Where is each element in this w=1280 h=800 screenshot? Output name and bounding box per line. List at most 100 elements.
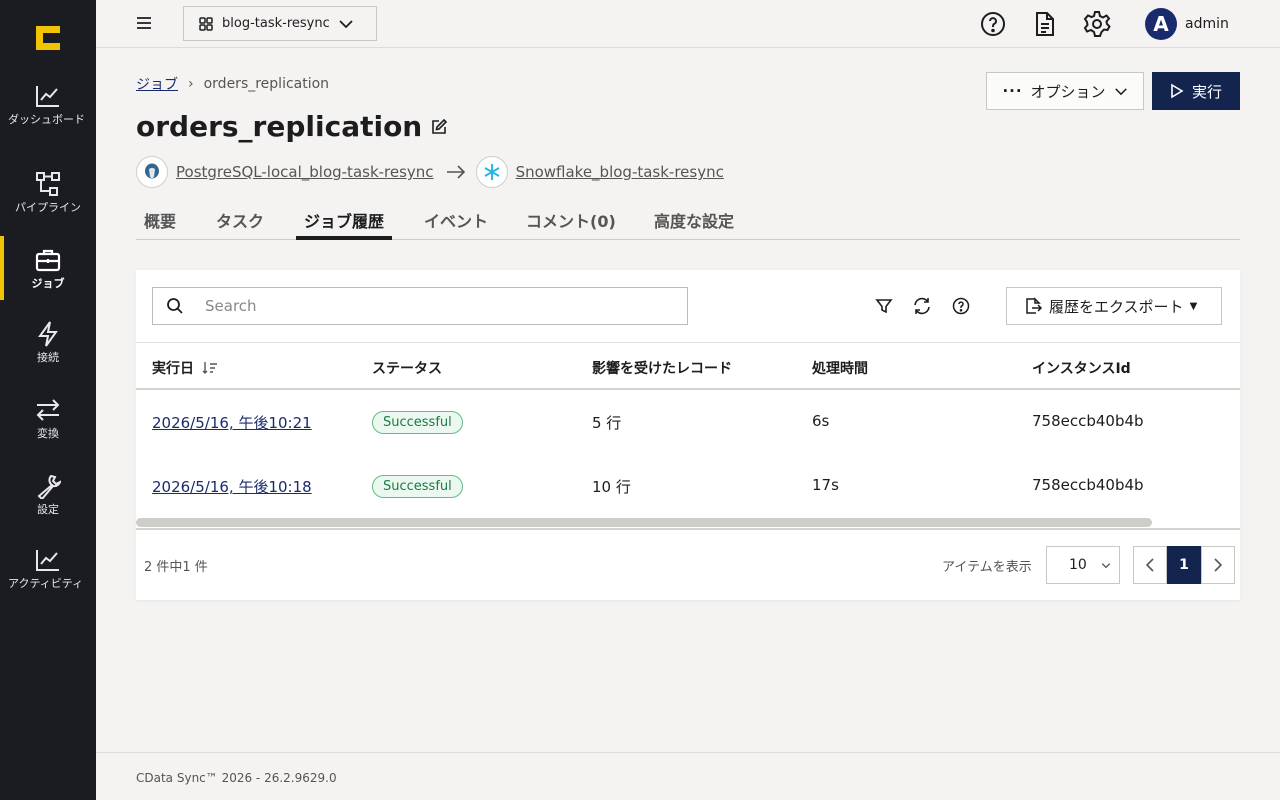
breadcrumb: ジョブ › orders_replication bbox=[136, 74, 329, 94]
sort-descending-icon[interactable] bbox=[202, 361, 218, 375]
tab-overview[interactable]: 概要 bbox=[144, 208, 176, 232]
options-label: オプション bbox=[1030, 82, 1106, 101]
lightning-icon bbox=[0, 318, 96, 350]
table-divider bbox=[136, 528, 1240, 530]
caret-down-icon: ▼ bbox=[1189, 300, 1198, 312]
sidebar-item-dashboard[interactable]: ダッシュボード bbox=[0, 80, 96, 144]
top-bar: blog-task-resync A admin bbox=[96, 0, 1280, 48]
instance-cell: 758eccb40b4b bbox=[1032, 412, 1144, 430]
connection-row: PostgreSQL-local_blog-task-resync Snowfl… bbox=[136, 156, 724, 188]
postgresql-icon bbox=[136, 156, 168, 188]
job-history-card: 履歴をエクスポート ▼ 実行日 ステータス 影響を受けたレコード 処理時間 イン… bbox=[136, 270, 1240, 600]
edit-icon[interactable] bbox=[430, 118, 448, 136]
tab-events[interactable]: イベント bbox=[424, 208, 488, 232]
arrows-swap-icon bbox=[0, 394, 96, 426]
sidebar-item-label: ジョブ bbox=[31, 277, 65, 290]
column-header-records[interactable]: 影響を受けたレコード bbox=[592, 358, 732, 378]
column-header-instance[interactable]: インスタンスId bbox=[1032, 358, 1131, 378]
table-header: 実行日 ステータス 影響を受けたレコード 処理時間 インスタンスId bbox=[136, 342, 1240, 390]
page-title-wrap: orders_replication bbox=[136, 110, 448, 143]
column-header-duration[interactable]: 処理時間 bbox=[812, 358, 868, 378]
destination-connection-link[interactable]: Snowflake_blog-task-resync bbox=[516, 163, 724, 181]
records-cell: 10 行 bbox=[592, 478, 631, 496]
active-tab-underline bbox=[296, 236, 392, 240]
run-button[interactable]: 実行 bbox=[1152, 72, 1240, 110]
grid-icon bbox=[199, 16, 213, 31]
footer: CData Sync™ 2026 - 26.2.9629.0 bbox=[96, 752, 1280, 800]
sidebar-item-connections[interactable]: 接続 bbox=[0, 318, 96, 382]
hamburger-menu-icon[interactable] bbox=[134, 13, 154, 33]
sidebar-item-transform[interactable]: 変換 bbox=[0, 394, 96, 458]
table-row[interactable]: 2026/5/16, 午後10:21 Successful 5 行 6s 758… bbox=[136, 390, 1240, 454]
filter-icon[interactable] bbox=[874, 296, 894, 316]
sidebar-item-label: ダッシュボード bbox=[8, 113, 85, 126]
tab-job-history[interactable]: ジョブ履歴 bbox=[304, 208, 384, 232]
play-icon bbox=[1171, 83, 1184, 99]
instance-cell: 758eccb40b4b bbox=[1032, 476, 1144, 494]
records-cell: 5 行 bbox=[592, 414, 622, 432]
version-text: CData Sync™ 2026 - 26.2.9629.0 bbox=[136, 771, 337, 785]
column-label: ステータス bbox=[372, 361, 442, 377]
workspace-name: blog-task-resync bbox=[222, 16, 330, 31]
per-page-value: 10 bbox=[1069, 557, 1087, 573]
export-icon bbox=[1026, 297, 1043, 314]
table-row[interactable]: 2026/5/16, 午後10:18 Successful 10 行 17s 7… bbox=[136, 454, 1240, 518]
breadcrumb-current: orders_replication bbox=[203, 76, 330, 92]
more-horizontal-icon: ··· bbox=[1002, 82, 1023, 100]
workspace-select[interactable]: blog-task-resync bbox=[183, 6, 377, 41]
options-button[interactable]: ··· オプション bbox=[986, 72, 1144, 110]
search-box bbox=[152, 287, 688, 325]
document-icon[interactable] bbox=[1030, 9, 1060, 39]
page-button-current[interactable]: 1 bbox=[1167, 546, 1201, 584]
column-label: 影響を受けたレコード bbox=[592, 361, 732, 377]
column-header-date[interactable]: 実行日 bbox=[152, 358, 218, 378]
tab-advanced[interactable]: 高度な設定 bbox=[654, 208, 734, 232]
activity-icon bbox=[0, 544, 96, 576]
help-circle-icon[interactable] bbox=[951, 296, 971, 316]
cdata-logo[interactable] bbox=[34, 24, 62, 52]
sidebar-item-activity[interactable]: アクティビティ bbox=[0, 544, 96, 608]
gear-icon[interactable] bbox=[1082, 9, 1112, 39]
sidebar-item-settings[interactable]: 設定 bbox=[0, 470, 96, 534]
duration-cell: 6s bbox=[812, 412, 830, 430]
sidebar-item-pipeline[interactable]: パイプライン bbox=[0, 168, 96, 232]
sidebar-item-jobs[interactable]: ジョブ bbox=[0, 236, 96, 300]
column-label: 実行日 bbox=[152, 361, 194, 377]
per-page-label: アイテムを表示 bbox=[942, 560, 1032, 575]
briefcase-icon bbox=[0, 244, 96, 276]
breadcrumb-link-jobs[interactable]: ジョブ bbox=[136, 74, 178, 94]
run-label: 実行 bbox=[1191, 82, 1222, 101]
arrow-right-icon bbox=[446, 165, 465, 179]
status-badge: Successful bbox=[372, 411, 463, 434]
status-badge: Successful bbox=[372, 475, 463, 498]
chart-line-icon bbox=[0, 80, 96, 112]
sidebar-item-label: 変換 bbox=[37, 427, 59, 440]
duration-cell: 17s bbox=[812, 476, 839, 494]
username[interactable]: admin bbox=[1185, 16, 1229, 32]
next-page-button[interactable] bbox=[1201, 546, 1235, 584]
horizontal-scrollbar[interactable] bbox=[136, 518, 1152, 527]
help-icon[interactable] bbox=[978, 9, 1008, 39]
run-date-link[interactable]: 2026/5/16, 午後10:18 bbox=[152, 478, 312, 496]
avatar[interactable]: A bbox=[1145, 8, 1177, 40]
pagination: 1 bbox=[1133, 546, 1235, 584]
column-header-status[interactable]: ステータス bbox=[372, 358, 442, 378]
tab-bar: 概要 タスク ジョブ履歴 イベント コメント(0) 高度な設定 bbox=[136, 200, 1240, 240]
tab-comments[interactable]: コメント(0) bbox=[526, 208, 616, 232]
refresh-icon[interactable] bbox=[912, 296, 932, 316]
wrench-icon bbox=[0, 470, 96, 502]
search-input[interactable] bbox=[205, 297, 665, 315]
chevron-down-icon bbox=[339, 19, 353, 28]
run-date-link[interactable]: 2026/5/16, 午後10:21 bbox=[152, 414, 312, 432]
column-label: 処理時間 bbox=[812, 361, 868, 377]
chevron-left-icon bbox=[1146, 558, 1154, 572]
source-connection-link[interactable]: PostgreSQL-local_blog-task-resync bbox=[176, 163, 434, 181]
sidebar-item-label: 設定 bbox=[37, 503, 59, 516]
per-page-select[interactable]: 10 bbox=[1046, 546, 1120, 584]
prev-page-button[interactable] bbox=[1133, 546, 1167, 584]
chevron-right-icon bbox=[1214, 558, 1222, 572]
export-history-button[interactable]: 履歴をエクスポート ▼ bbox=[1006, 287, 1222, 325]
chevron-down-icon bbox=[1114, 87, 1127, 95]
snowflake-icon bbox=[475, 156, 508, 188]
tab-tasks[interactable]: タスク bbox=[216, 208, 264, 232]
